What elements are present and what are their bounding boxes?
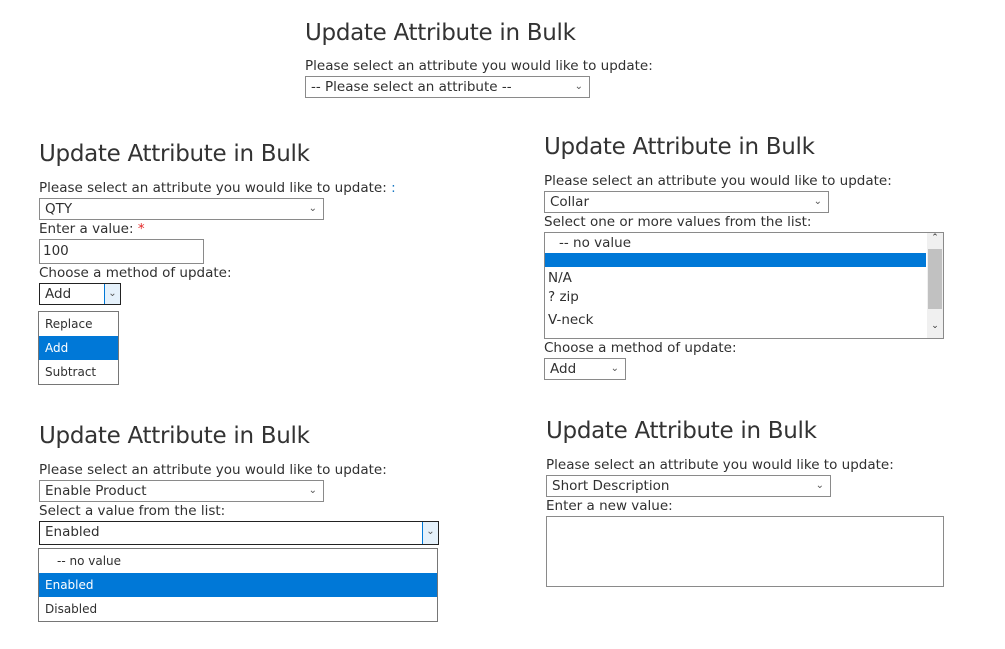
selected-value: Short Description xyxy=(552,478,670,494)
selected-value: Enabled xyxy=(45,524,100,540)
panel-title: Update Attribute in Bulk xyxy=(305,20,576,46)
list-label: Select one or more values from the list: xyxy=(544,214,812,230)
attribute-label: Please select an attribute you would lik… xyxy=(39,180,396,196)
list-label: Select a value from the list: xyxy=(39,503,226,519)
panel-title: Update Attribute in Bulk xyxy=(39,141,310,167)
panel-title: Update Attribute in Bulk xyxy=(39,423,310,449)
option-disabled[interactable]: Disabled xyxy=(39,597,437,621)
list-option[interactable]: -- no value xyxy=(545,233,943,253)
list-option[interactable]: V-neck xyxy=(545,307,943,331)
chevron-down-icon: ⌄ xyxy=(610,363,619,374)
scroll-thumb[interactable] xyxy=(928,249,942,309)
attribute-select[interactable]: -- Please select an attribute -- ⌄ xyxy=(305,76,590,98)
scrollbar[interactable]: ⌃ ⌄ xyxy=(927,233,943,338)
method-label: Choose a method of update: xyxy=(544,340,737,356)
scroll-down-icon[interactable]: ⌄ xyxy=(927,321,943,331)
option-replace[interactable]: Replace xyxy=(39,312,118,336)
panel-empty: Update Attribute in Bulk Please select a… xyxy=(305,20,653,98)
value-dropdown: -- no value Enabled Disabled xyxy=(38,548,438,622)
attribute-select[interactable]: QTY ⌄ xyxy=(39,198,324,220)
chevron-down-icon: ⌄ xyxy=(813,196,822,207)
selected-value: Collar xyxy=(550,194,590,210)
attribute-select[interactable]: Collar ⌄ xyxy=(544,191,829,213)
attribute-label: Please select an attribute you would lik… xyxy=(544,173,892,189)
chevron-down-icon: ⌄ xyxy=(815,480,824,491)
chevron-down-icon: ⌄ xyxy=(308,203,317,214)
value-select[interactable]: Enabled ⌄ xyxy=(39,521,439,545)
option-subtract[interactable]: Subtract xyxy=(39,360,118,384)
values-multiselect[interactable]: -- no value N/A ? zip V-neck ⌃ ⌄ xyxy=(544,232,944,339)
attribute-select[interactable]: Short Description ⌄ xyxy=(546,475,831,497)
panel-short-description: Update Attribute in Bulk Please select a… xyxy=(546,418,944,587)
list-option-selected[interactable] xyxy=(545,253,926,267)
scroll-up-icon[interactable]: ⌃ xyxy=(927,233,943,249)
attribute-select[interactable]: Enable Product ⌄ xyxy=(39,480,324,502)
panel-collar: Update Attribute in Bulk Please select a… xyxy=(544,134,944,380)
method-label: Choose a method of update: xyxy=(39,265,232,281)
selected-value: Add xyxy=(45,286,72,302)
chevron-down-icon: ⌄ xyxy=(574,81,583,92)
value-label: Enter a new value: xyxy=(546,498,673,514)
selected-value: QTY xyxy=(45,201,73,217)
attribute-label: Please select an attribute you would lik… xyxy=(39,462,387,478)
value-label: Enter a value: * xyxy=(39,221,145,237)
list-option[interactable]: N/A xyxy=(545,267,943,287)
option-no-value[interactable]: -- no value xyxy=(39,549,437,573)
chevron-down-icon: ⌄ xyxy=(422,522,438,544)
selected-value: Enable Product xyxy=(45,483,147,499)
panel-title: Update Attribute in Bulk xyxy=(544,134,815,160)
chevron-down-icon: ⌄ xyxy=(308,485,317,496)
required-mark: * xyxy=(137,221,145,237)
attribute-label: Please select an attribute you would lik… xyxy=(305,58,653,74)
method-dropdown: Replace Add Subtract xyxy=(38,311,119,385)
value-input[interactable]: 100 xyxy=(39,239,204,264)
attribute-label: Please select an attribute you would lik… xyxy=(546,457,894,473)
selected-value: Add xyxy=(550,361,577,377)
method-select[interactable]: Add ⌄ xyxy=(39,283,121,305)
value-textarea[interactable] xyxy=(546,516,944,587)
panel-title: Update Attribute in Bulk xyxy=(546,418,817,444)
option-enabled[interactable]: Enabled xyxy=(39,573,437,597)
selected-value: -- Please select an attribute -- xyxy=(311,79,512,95)
method-select[interactable]: Add ⌄ xyxy=(544,358,626,380)
panel-qty: Update Attribute in Bulk Please select a… xyxy=(39,141,396,305)
panel-enable-product: Update Attribute in Bulk Please select a… xyxy=(39,423,439,545)
option-add[interactable]: Add xyxy=(39,336,118,360)
chevron-down-icon: ⌄ xyxy=(104,284,120,304)
list-option[interactable]: ? zip xyxy=(545,287,943,307)
